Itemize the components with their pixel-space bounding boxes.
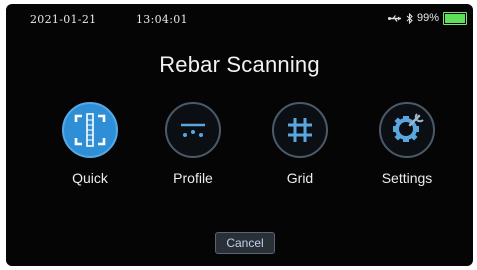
status-indicators: 99% (387, 11, 467, 25)
battery-icon (443, 11, 467, 25)
menu-label-profile: Profile (173, 170, 213, 186)
device-frame: 2021-01-21 13:04:01 99% Rebar Scanning Q… (0, 0, 477, 270)
menu-item-profile[interactable]: Profile (148, 102, 238, 186)
menu-item-settings[interactable]: Settings (362, 102, 452, 186)
page-title: Rebar Scanning (159, 52, 320, 77)
bluetooth-icon (406, 12, 413, 24)
menu-item-grid[interactable]: Grid (255, 102, 345, 186)
menu-label-grid: Grid (286, 170, 314, 186)
status-bar: 2021-01-21 13:04:01 99% (6, 4, 473, 32)
status-time: 13:04:01 (136, 13, 188, 26)
scan-mode-menu: Quick Profile Grid Settings (6, 102, 473, 202)
cancel-button[interactable]: Cancel (215, 232, 275, 254)
screen: 2021-01-21 13:04:01 99% Rebar Scanning Q… (6, 4, 473, 266)
status-date: 2021-01-21 (30, 13, 97, 26)
settings-gear-icon (379, 102, 435, 158)
usb-icon (387, 14, 402, 23)
menu-label-settings: Settings (381, 170, 433, 186)
menu-label-quick: Quick (72, 170, 108, 186)
menu-item-quick[interactable]: Quick (45, 102, 135, 186)
battery-level (445, 13, 465, 23)
battery-percent: 99% (416, 12, 439, 24)
quick-scan-icon (62, 102, 118, 158)
profile-icon (165, 102, 221, 158)
grid-icon (272, 102, 328, 158)
